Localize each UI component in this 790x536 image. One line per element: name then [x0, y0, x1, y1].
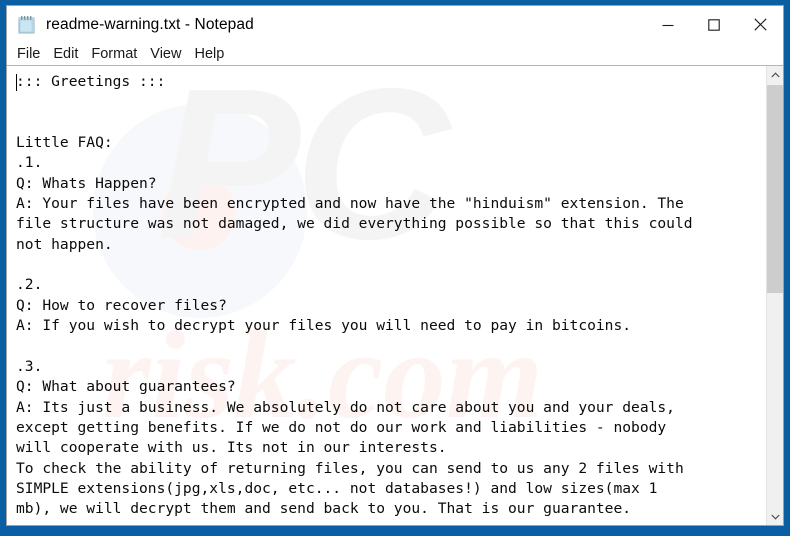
text-caret	[16, 74, 17, 91]
menu-item-help[interactable]: Help	[194, 46, 224, 62]
menu-item-view[interactable]: View	[150, 46, 181, 62]
editor-region: PC risk.com ::: Greetings ::: Little FAQ…	[7, 65, 783, 525]
title-bar[interactable]: readme-warning.txt - Notepad	[7, 6, 783, 43]
vertical-scrollbar[interactable]	[766, 66, 783, 525]
ransom-note-text[interactable]: ::: Greetings ::: Little FAQ: .1. Q: Wha…	[7, 66, 766, 520]
scroll-up-arrow-icon[interactable]	[767, 66, 783, 83]
close-button[interactable]	[737, 6, 783, 43]
window-controls	[645, 6, 783, 43]
scroll-down-arrow-icon[interactable]	[767, 508, 783, 525]
notepad-icon	[16, 14, 38, 36]
text-editor[interactable]: PC risk.com ::: Greetings ::: Little FAQ…	[7, 66, 766, 525]
menu-item-format[interactable]: Format	[91, 46, 137, 62]
desktop-background: readme-warning.txt - Notepad File Edit F…	[0, 0, 790, 536]
menu-item-edit[interactable]: Edit	[53, 46, 78, 62]
window-title: readme-warning.txt - Notepad	[46, 15, 254, 33]
maximize-button[interactable]	[691, 6, 737, 43]
scrollbar-thumb[interactable]	[767, 85, 783, 293]
menu-bar: File Edit Format View Help	[7, 43, 783, 65]
notepad-window: readme-warning.txt - Notepad File Edit F…	[6, 5, 784, 526]
minimize-button[interactable]	[645, 6, 691, 43]
menu-item-file[interactable]: File	[17, 46, 40, 62]
